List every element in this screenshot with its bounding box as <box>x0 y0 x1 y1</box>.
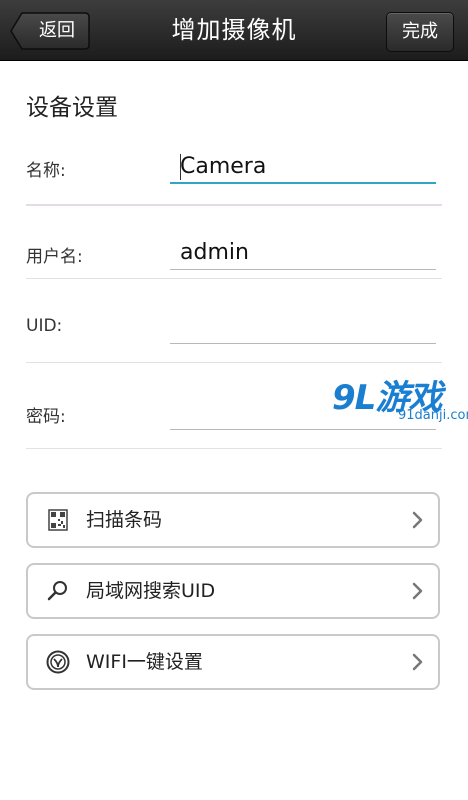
lan-search-uid-label: 局域网搜索UID <box>86 580 216 602</box>
scan-barcode-label: 扫描条码 <box>86 509 163 531</box>
divider <box>26 448 442 449</box>
name-label: 名称: <box>26 161 66 181</box>
text-caret <box>180 154 181 180</box>
username-input-value: admin <box>180 240 249 265</box>
name-row: 名称: Camera <box>26 154 442 216</box>
scan-barcode-button[interactable]: 扫描条码 <box>26 492 440 548</box>
divider <box>26 362 442 363</box>
name-input[interactable]: Camera <box>170 150 436 184</box>
divider <box>26 204 442 206</box>
divider <box>26 278 442 279</box>
watermark-logo: 9L游戏 91danji.com <box>332 370 468 430</box>
chevron-right-icon <box>412 511 423 529</box>
uid-label: UID: <box>26 316 63 336</box>
section-title: 设备设置 <box>26 95 118 121</box>
watermark-site-text: 91danji.com <box>398 408 468 423</box>
wifi-setup-icon <box>46 650 70 674</box>
wifi-setup-button[interactable]: WIFI一键设置 <box>26 634 440 690</box>
search-icon <box>47 581 67 601</box>
done-button[interactable]: 完成 <box>386 12 454 52</box>
top-navigation-bar: 返回 增加摄像机 完成 <box>0 0 468 61</box>
username-label: 用户名: <box>26 247 83 267</box>
uid-input[interactable] <box>170 310 436 344</box>
uid-row: UID: <box>26 316 442 376</box>
lan-search-uid-button[interactable]: 局域网搜索UID <box>26 563 440 619</box>
chevron-right-icon <box>412 582 423 600</box>
password-label: 密码: <box>26 407 66 427</box>
name-input-value: Camera <box>180 154 267 179</box>
qr-code-icon <box>48 509 68 531</box>
username-row: 用户名: admin <box>26 240 442 302</box>
username-input[interactable]: admin <box>170 236 436 270</box>
wifi-setup-label: WIFI一键设置 <box>86 651 203 673</box>
chevron-right-icon <box>412 653 423 671</box>
